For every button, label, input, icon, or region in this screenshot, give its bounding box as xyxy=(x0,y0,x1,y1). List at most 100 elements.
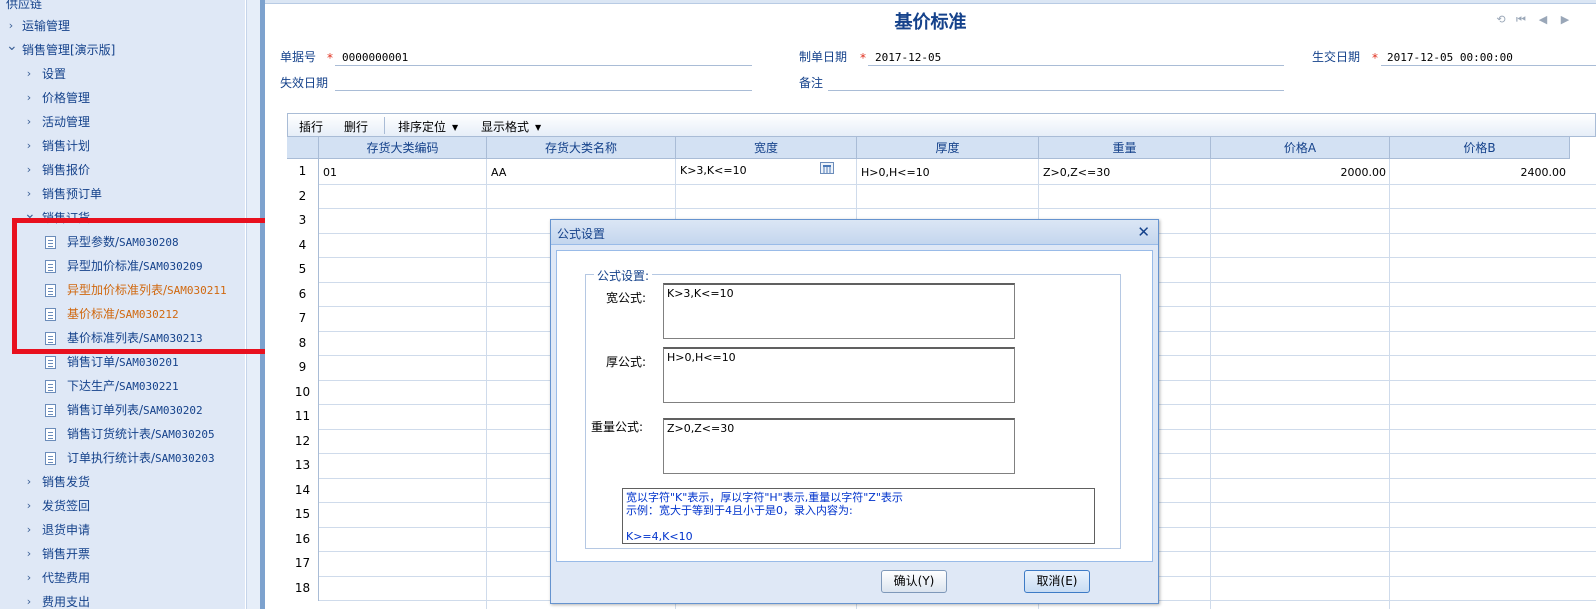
formula-picker-icon[interactable] xyxy=(820,162,834,174)
sidebar-item[interactable]: › 运输管理 xyxy=(0,15,245,37)
column-header[interactable]: 宽度 xyxy=(676,137,857,159)
sidebar-item[interactable]: › 活动管理 xyxy=(0,111,245,133)
close-icon[interactable]: ✕ xyxy=(1137,223,1150,241)
table-cell[interactable]: K>3,K<=10 xyxy=(680,164,747,177)
refresh-icon[interactable]: ⟲ xyxy=(1494,13,1508,27)
created-date-label: 制单日期 xyxy=(799,50,848,64)
table-cell[interactable]: 2000.00 xyxy=(1211,166,1387,179)
chevron-right-icon[interactable]: › xyxy=(24,87,34,109)
row-number[interactable]: 4 xyxy=(287,232,319,258)
column-header[interactable]: 价格A xyxy=(1211,137,1390,159)
sidebar-item[interactable]: 订单执行统计表/SAM030203 xyxy=(0,447,245,469)
effective-date-field[interactable]: 2017-12-05 00:00:00 xyxy=(1387,51,1513,64)
row-number[interactable]: 7 xyxy=(287,306,319,331)
sidebar-item[interactable]: 销售订单/SAM030201 xyxy=(0,351,245,373)
sidebar-item[interactable]: › 销售计划 xyxy=(0,135,245,157)
chevron-right-icon[interactable]: › xyxy=(24,543,34,565)
required-star: * xyxy=(860,51,866,65)
confirm-button[interactable]: 确认(Y) xyxy=(881,570,947,593)
sidebar-item-code: SAM030221 xyxy=(119,380,179,393)
document-icon xyxy=(45,356,56,369)
row-number[interactable]: 13 xyxy=(287,453,319,478)
weight-formula-label: 重量公式: xyxy=(591,420,644,434)
column-header[interactable]: 存货大类名称 xyxy=(487,137,676,159)
row-number[interactable]: 11 xyxy=(287,404,319,429)
chevron-right-icon[interactable]: › xyxy=(24,183,34,205)
row-number[interactable]: 6 xyxy=(287,281,319,307)
row-number[interactable]: 14 xyxy=(287,477,319,503)
table-cell[interactable]: H>0,H<=10 xyxy=(861,166,930,179)
chevron-right-icon[interactable]: › xyxy=(24,111,34,133)
row-number[interactable]: 9 xyxy=(287,355,319,380)
row-number[interactable]: 8 xyxy=(287,330,319,356)
doc-no-field[interactable]: 0000000001 xyxy=(342,51,408,64)
thickness-formula-input[interactable]: H>0,H<=10 xyxy=(663,347,1015,403)
table-cell[interactable]: 2400.00 xyxy=(1390,166,1567,179)
width-formula-input[interactable]: K>3,K<=10 xyxy=(663,283,1015,339)
dialog-titlebar[interactable]: 公式设置 ✕ xyxy=(551,220,1158,245)
sidebar-item[interactable]: › 销售开票 xyxy=(0,543,245,565)
sidebar-item[interactable]: 下达生产/SAM030221 xyxy=(0,375,245,397)
sidebar-item-label: 销售开票 xyxy=(42,547,91,561)
previous-record-icon[interactable]: ◀ xyxy=(1536,13,1550,27)
row-number[interactable]: 1 xyxy=(287,159,319,184)
column-header[interactable]: 厚度 xyxy=(857,137,1039,159)
sidebar-item[interactable]: › 退货申请 xyxy=(0,519,245,541)
first-record-icon[interactable]: ⏮ xyxy=(1514,13,1528,27)
chevron-right-icon[interactable]: › xyxy=(24,159,34,181)
row-number[interactable]: 12 xyxy=(287,428,319,454)
created-date-field[interactable]: 2017-12-05 xyxy=(875,51,941,64)
chevron-right-icon[interactable]: › xyxy=(24,519,34,541)
chevron-right-icon[interactable]: › xyxy=(24,495,34,517)
sidebar-item[interactable]: › 发货签回 xyxy=(0,495,245,517)
document-icon xyxy=(45,428,56,441)
delete-row-button[interactable]: 删行 xyxy=(344,118,368,135)
sidebar-item[interactable]: 销售订货统计表/SAM030205 xyxy=(0,423,245,445)
insert-row-button[interactable]: 插行 xyxy=(299,118,323,135)
table-cell[interactable]: 01 xyxy=(323,166,337,179)
row-number[interactable]: 3 xyxy=(287,208,319,233)
column-header[interactable]: 重量 xyxy=(1039,137,1211,159)
sort-locate-dropdown[interactable]: 排序定位 ▼ xyxy=(398,118,458,135)
weight-formula-input[interactable]: Z>0,Z<=30 xyxy=(663,418,1015,474)
row-number[interactable]: 17 xyxy=(287,551,319,576)
row-number[interactable]: 10 xyxy=(287,379,319,405)
chevron-right-icon[interactable]: › xyxy=(24,591,34,609)
sidebar-item[interactable]: ⌄ 销售管理[演示版] xyxy=(0,38,245,61)
sidebar-item[interactable]: › 代垫费用 xyxy=(0,567,245,589)
sidebar-item-label: 费用支出 xyxy=(42,595,91,609)
doc-no-underline xyxy=(335,65,752,66)
sidebar-item[interactable]: › 销售报价 xyxy=(0,159,245,181)
chevron-right-icon[interactable]: › xyxy=(24,63,34,85)
column-header[interactable]: 价格B xyxy=(1390,137,1570,159)
table-cell[interactable]: Z>0,Z<=30 xyxy=(1043,166,1110,179)
row-number[interactable]: 16 xyxy=(287,526,319,552)
sidebar-item[interactable]: › 设置 xyxy=(0,63,245,85)
expire-date-label: 失效日期 xyxy=(280,76,329,90)
sidebar-item[interactable]: 销售订单列表/SAM030202 xyxy=(0,399,245,421)
row-number[interactable]: 18 xyxy=(287,575,319,601)
cancel-button[interactable]: 取消(E) xyxy=(1024,570,1090,593)
row-number[interactable]: 5 xyxy=(287,257,319,282)
sidebar-item[interactable]: › 销售发货 xyxy=(0,471,245,493)
display-format-dropdown[interactable]: 显示格式 ▼ xyxy=(481,118,541,135)
hint-line: 示例：宽大于等到于4且小于是0，录入内容为: xyxy=(626,504,853,517)
effective-date-underline xyxy=(1381,65,1596,66)
hint-line xyxy=(626,517,1091,530)
thickness-formula-label: 厚公式: xyxy=(606,355,647,369)
sidebar-item[interactable]: › 价格管理 xyxy=(0,87,245,109)
row-number[interactable]: 15 xyxy=(287,502,319,527)
chevron-right-icon[interactable]: › xyxy=(24,471,34,493)
column-header[interactable]: 存货大类编码 xyxy=(319,137,487,159)
chevron-right-icon[interactable]: › xyxy=(6,15,16,37)
sidebar-item[interactable]: › 费用支出 xyxy=(0,591,245,609)
grid-row-line xyxy=(319,208,1596,209)
hint-line: K>=4,K<10 xyxy=(626,530,693,543)
chevron-down-icon[interactable]: ⌄ xyxy=(6,35,18,57)
chevron-right-icon[interactable]: › xyxy=(24,135,34,157)
table-cell[interactable]: AA xyxy=(491,166,506,179)
next-record-icon[interactable]: ▶ xyxy=(1558,13,1572,27)
chevron-right-icon[interactable]: › xyxy=(24,567,34,589)
sidebar-item[interactable]: › 销售预订单 xyxy=(0,183,245,205)
row-number[interactable]: 2 xyxy=(287,183,319,209)
